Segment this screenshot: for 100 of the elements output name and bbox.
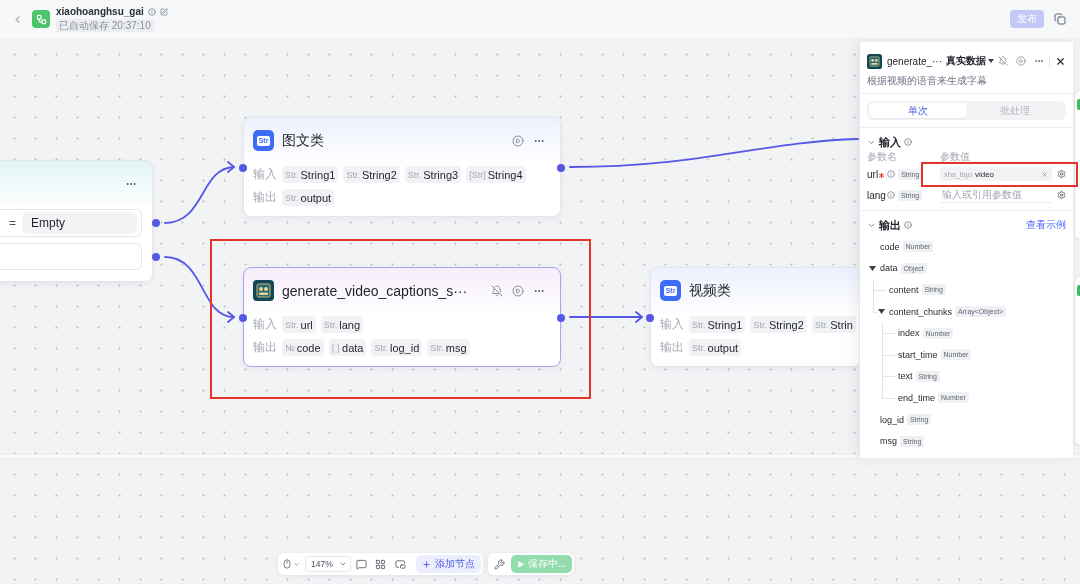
field-name: data — [880, 263, 898, 274]
type-label: Str. — [407, 169, 422, 180]
type-label: Str. — [285, 319, 299, 330]
info-icon[interactable] — [887, 170, 896, 178]
inputs-label: 输入 — [253, 316, 277, 333]
param-value-field[interactable]: 输入或引用参数值 — [940, 187, 1052, 203]
type-label: Str. — [374, 342, 388, 353]
autosave-status: 已自动保存 20:37:10 — [56, 19, 154, 32]
outputs-label: 输出 — [253, 189, 277, 206]
field-name: log_id — [880, 414, 905, 425]
variable-name: String4 — [487, 168, 523, 181]
connector-arrow — [164, 256, 235, 323]
variable-name: String1 — [300, 168, 336, 181]
port-dot-icon[interactable] — [557, 314, 565, 322]
wrench-icon[interactable] — [493, 558, 505, 570]
mode-tab[interactable]: 单次 — [869, 103, 967, 118]
node-title: generate_video_captions_s··· — [282, 282, 468, 299]
port-dot-icon[interactable] — [152, 252, 160, 261]
param-name: url — [867, 168, 879, 180]
settings-icon[interactable] — [1057, 169, 1066, 179]
column-header: 参数名 — [867, 151, 898, 163]
panel-title: generate_··· — [887, 55, 943, 67]
comment-icon[interactable] — [355, 558, 367, 570]
type-label: Str. — [753, 319, 767, 330]
chevron-down-icon — [293, 560, 300, 568]
type-label: [Str] — [469, 169, 486, 180]
variable-name: data — [342, 341, 364, 354]
port-dot-icon[interactable] — [152, 219, 160, 227]
type-label: { } — [331, 342, 341, 353]
inputs-label: 输入 — [660, 316, 684, 333]
minimap-icon[interactable] — [394, 558, 406, 570]
port-dot-icon[interactable] — [557, 164, 565, 172]
variable-name: String3 — [423, 168, 459, 181]
type-label: № — [285, 342, 295, 353]
node-title: 视频类 — [689, 281, 731, 300]
settings-icon[interactable] — [1057, 190, 1066, 200]
caret-icon[interactable] — [878, 309, 885, 315]
field-name: end_time — [898, 392, 936, 403]
pointer-mode-select[interactable] — [282, 559, 300, 569]
variable-name: output — [707, 341, 739, 354]
play-icon — [516, 560, 524, 568]
plus-icon — [421, 559, 431, 569]
inputs-label: 输入 — [253, 166, 277, 183]
play-icon[interactable] — [512, 284, 524, 297]
variable-name: String2 — [768, 318, 804, 331]
grid-icon[interactable] — [374, 558, 386, 570]
workflow-title: xiaohoanghsu_gai — [56, 6, 144, 18]
type-label: Str. — [346, 169, 360, 180]
variable-name: msg — [445, 341, 467, 354]
type-label: Str. — [692, 342, 706, 353]
type-label: Str. — [285, 192, 299, 203]
app-logo-icon — [32, 10, 50, 28]
info-icon[interactable] — [147, 8, 156, 16]
info-icon[interactable] — [904, 138, 912, 146]
port-dot-icon[interactable] — [646, 314, 654, 322]
bell-off-icon[interactable] — [491, 284, 503, 297]
view-example-link[interactable]: 查看示例 — [1026, 218, 1066, 232]
info-icon[interactable] — [904, 221, 912, 229]
field-name: text — [898, 371, 913, 382]
caret-icon[interactable] — [869, 265, 876, 271]
play-icon[interactable] — [1016, 56, 1026, 66]
section-title: 输出 — [879, 217, 901, 233]
zoom-select[interactable]: 147% — [305, 556, 351, 572]
port-dot-icon[interactable] — [239, 314, 247, 322]
section-title: 输入 — [879, 134, 901, 150]
param-name: lang — [867, 189, 886, 201]
variable-name: String1 — [707, 318, 743, 331]
clear-icon[interactable] — [1041, 170, 1048, 178]
robot-icon — [253, 280, 274, 301]
outputs-label: 输出 — [660, 339, 684, 356]
node-title: 图文类 — [282, 131, 324, 150]
type-label: Str. — [430, 342, 444, 353]
type-label: Str. — [692, 319, 706, 330]
play-icon[interactable] — [512, 134, 524, 147]
variable-name: output — [300, 191, 332, 204]
add-node-button[interactable]: 添加节点 — [415, 555, 481, 573]
value-field[interactable]: Empty — [22, 212, 137, 234]
field-name: msg — [880, 436, 897, 447]
copy-icon[interactable] — [1054, 13, 1066, 25]
panel-description: 根据视频的语音来生成字幕 — [867, 74, 988, 88]
reference-value: video — [974, 169, 995, 179]
edit-icon[interactable] — [159, 8, 168, 16]
data-mode-select[interactable]: 真实数据 — [946, 54, 995, 68]
outputs-label: 输出 — [253, 339, 277, 356]
field-name: index — [898, 328, 920, 339]
connector-arrow — [164, 161, 235, 224]
bell-off-icon[interactable] — [998, 56, 1008, 66]
variable-name: code — [296, 341, 321, 354]
type-label: Str. — [323, 319, 338, 330]
variable-name: String2 — [361, 168, 397, 181]
field-name: content — [889, 285, 919, 295]
variable-name: url — [300, 318, 313, 331]
variable-name: Strin — [830, 318, 853, 331]
info-icon[interactable] — [886, 191, 895, 199]
port-dot-icon[interactable] — [239, 164, 247, 172]
type-label: Str. — [285, 169, 299, 180]
column-header: 参数值 — [940, 151, 970, 163]
close-icon[interactable] — [1055, 55, 1066, 67]
field-name: start_time — [898, 349, 938, 360]
chevron-down-icon — [338, 560, 347, 568]
